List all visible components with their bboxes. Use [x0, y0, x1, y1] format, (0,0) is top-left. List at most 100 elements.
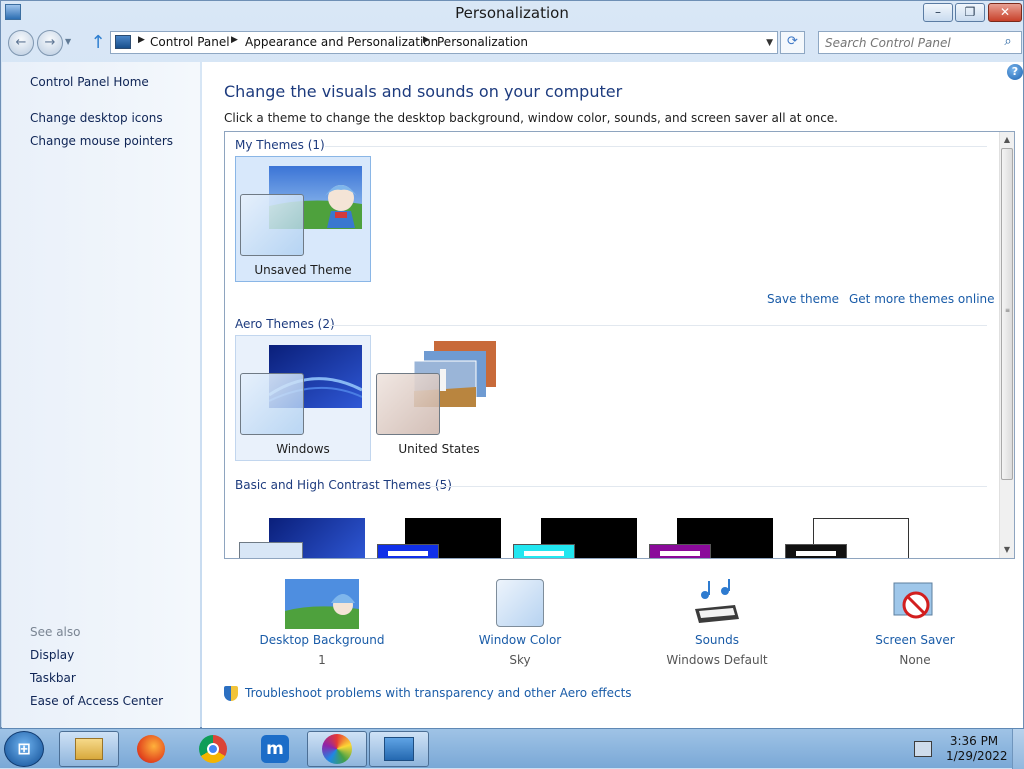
refresh-button[interactable]: ⟳ — [780, 31, 805, 54]
scroll-thumb[interactable]: ≡ — [1001, 148, 1013, 480]
minimize-button[interactable]: – — [923, 3, 953, 22]
help-icon[interactable]: ? — [1007, 64, 1023, 80]
theme-list: My Themes (1) Unsaved Theme Save theme G… — [224, 131, 1015, 559]
display-link[interactable]: Display — [30, 648, 74, 662]
desktop-background-link[interactable]: Desktop Background — [252, 633, 392, 647]
title-bar: Personalization – ❐ ✕ — [1, 1, 1023, 25]
theme-label: Windows — [276, 442, 330, 456]
firefox-button[interactable] — [121, 731, 181, 767]
window-title-bar-preview — [660, 551, 700, 556]
sounds-value: Windows Default — [666, 653, 768, 667]
maxthon-button[interactable]: m — [245, 731, 305, 767]
clock-time: 3:36 PM — [949, 734, 999, 748]
window-color-preview — [239, 542, 303, 558]
troubleshoot-link[interactable]: Troubleshoot problems with transparency … — [245, 686, 632, 700]
chrome-icon — [199, 735, 227, 763]
change-mouse-pointers-link[interactable]: Change mouse pointers — [30, 134, 173, 148]
my-themes-header: My Themes (1) — [235, 138, 325, 152]
search-icon[interactable]: ⌕ — [1000, 34, 1016, 50]
window-title-bar-preview — [388, 551, 428, 556]
window-title-bar-preview — [524, 551, 564, 556]
breadcrumb-appearance[interactable]: Appearance and Personalization — [245, 35, 438, 49]
screen-saver-value: None — [899, 653, 931, 667]
theme-unsaved[interactable]: Unsaved Theme — [235, 156, 371, 282]
theme-united-states[interactable]: United States — [371, 335, 507, 461]
main-pane: ? Change the visuals and sounds on your … — [202, 62, 1023, 728]
grip-icon: ≡ — [1005, 307, 1011, 314]
sounds-icon — [695, 579, 739, 623]
navigation-bar: ← → ▼ ↑ ▶ Control Panel ▶ Appearance and… — [1, 27, 1023, 58]
breadcrumb-personalization[interactable]: Personalization — [437, 35, 528, 49]
left-pane: Control Panel Home Change desktop icons … — [2, 62, 200, 728]
window-color-preview — [377, 544, 439, 558]
system-clock[interactable]: 3:36 PM 1/29/2022 — [946, 734, 1008, 764]
control-panel-home-link[interactable]: Control Panel Home — [30, 75, 149, 89]
close-button[interactable]: ✕ — [988, 3, 1022, 22]
network-icon[interactable] — [914, 741, 932, 757]
file-explorer-icon — [75, 738, 103, 760]
section-divider — [325, 146, 987, 147]
screen-saver-setting[interactable]: Screen Saver None — [845, 569, 985, 669]
taskbar: ⊞ m 3:36 PM 1/29/2022 — [0, 728, 1024, 769]
theme-label: United States — [398, 442, 480, 456]
theme-list-scrollbar[interactable]: ▲ ≡ ▼ — [999, 132, 1014, 558]
maxthon-icon: m — [261, 735, 289, 763]
scroll-down-icon[interactable]: ▼ — [1000, 543, 1014, 557]
window-color-preview — [785, 544, 847, 558]
sounds-link[interactable]: Sounds — [647, 633, 787, 647]
personalization-window: Personalization – ❐ ✕ ← → ▼ ↑ ▶ Control … — [0, 0, 1024, 728]
back-button[interactable]: ← — [8, 30, 34, 56]
get-more-themes-link[interactable]: Get more themes online — [849, 292, 995, 306]
scroll-up-icon[interactable]: ▲ — [1000, 133, 1014, 147]
aero-themes-header: Aero Themes (2) — [235, 317, 335, 331]
window-color-preview — [649, 544, 711, 558]
window-color-preview — [513, 544, 575, 558]
address-dropdown-icon[interactable]: ▼ — [766, 38, 773, 48]
maximize-button[interactable]: ❐ — [955, 3, 985, 22]
window-color-link[interactable]: Window Color — [450, 633, 590, 647]
section-divider — [329, 325, 987, 326]
color-wheel-icon — [322, 734, 352, 764]
window-color-preview — [376, 373, 440, 435]
control-panel-icon — [384, 737, 414, 761]
save-theme-link[interactable]: Save theme — [767, 292, 839, 306]
taskbar-link[interactable]: Taskbar — [30, 671, 76, 685]
chrome-button[interactable] — [183, 731, 243, 767]
window-color-preview — [240, 194, 304, 256]
page-title: Change the visuals and sounds on your co… — [224, 82, 623, 101]
ease-of-access-link[interactable]: Ease of Access Center — [30, 694, 163, 708]
forward-button[interactable]: → — [37, 30, 63, 56]
change-desktop-icons-link[interactable]: Change desktop icons — [30, 111, 163, 125]
desktop-background-setting[interactable]: Desktop Background 1 — [252, 569, 392, 669]
firefox-icon — [137, 735, 165, 763]
breadcrumb-arrow-icon[interactable]: ▶ — [138, 35, 145, 45]
window-color-icon — [496, 579, 544, 627]
breadcrumb-control-panel[interactable]: Control Panel — [150, 35, 230, 49]
address-bar[interactable]: ▶ Control Panel ▶ Appearance and Persona… — [110, 31, 778, 54]
sounds-setting[interactable]: Sounds Windows Default — [647, 569, 787, 669]
clock-date: 1/29/2022 — [946, 749, 1008, 763]
show-desktop-button[interactable] — [1012, 729, 1024, 769]
file-explorer-button[interactable] — [59, 731, 119, 767]
screen-saver-link[interactable]: Screen Saver — [845, 633, 985, 647]
recent-pages-dropdown-icon[interactable]: ▼ — [65, 37, 71, 46]
section-divider — [429, 486, 987, 487]
basic-themes-header: Basic and High Contrast Themes (5) — [235, 478, 452, 492]
breadcrumb-arrow-icon[interactable]: ▶ — [423, 35, 430, 45]
window-color-preview — [240, 373, 304, 435]
theme-windows[interactable]: Windows — [235, 335, 371, 461]
search-input[interactable] — [825, 34, 995, 51]
color-wheel-app-button[interactable] — [307, 731, 367, 767]
screen-saver-icon — [893, 582, 933, 619]
desktop-background-value: 1 — [318, 653, 326, 667]
window-title: Personalization — [455, 4, 569, 22]
start-button[interactable]: ⊞ — [4, 731, 44, 767]
breadcrumb-arrow-icon[interactable]: ▶ — [231, 35, 238, 45]
control-panel-taskbar-button[interactable] — [369, 731, 429, 767]
see-also-label: See also — [30, 625, 81, 639]
control-panel-icon — [115, 35, 131, 49]
search-box[interactable]: ⌕ — [818, 31, 1022, 54]
up-level-button[interactable]: ↑ — [87, 32, 109, 54]
window-color-setting[interactable]: Window Color Sky — [450, 569, 590, 669]
shield-icon — [224, 686, 238, 701]
